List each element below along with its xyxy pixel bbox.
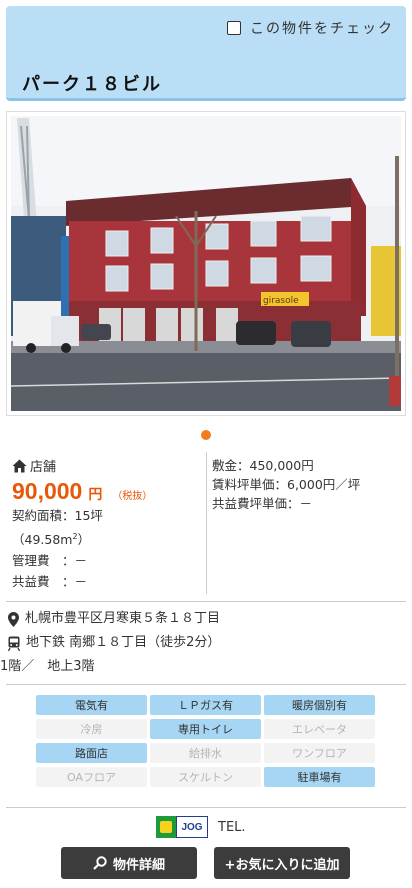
company-logo: JOG [156,816,208,838]
station-text: 地下鉄 南郷１８丁目（徒歩2分） [26,635,221,650]
check-property-label: この物件をチェック [250,21,394,37]
feature-tag: OAフロア [36,767,147,787]
add-favorite-button[interactable]: +お気に入りに追加 [214,847,350,879]
floors-text: 1階／ 地上3階 [0,659,95,674]
map-pin-icon [8,611,19,627]
property-type-label: 店舗 [30,460,57,475]
property-title: パーク１８ビル [22,74,162,95]
listing-header: この物件をチェック パーク１８ビル [6,6,406,101]
rent-per-tsubo: 賃料坪単価：6,000円／坪 [212,477,361,492]
price-unit: 円 [88,487,103,503]
feature-tag: 駐車場有 [264,767,375,787]
feature-tag: 冷房 [36,719,147,739]
address-row: 札幌市豊平区月寒東５条１８丁目 [8,607,406,631]
feature-tag: 専用トイレ [150,719,261,739]
tax-note: （税抜） [112,491,153,502]
carousel-indicator-dot[interactable] [201,430,211,440]
feature-tag: 路面店 [36,743,147,763]
company-info: JOG TEL. [156,816,246,838]
house-icon [12,459,27,472]
feature-tag: 給排水 [150,743,261,763]
divider [6,807,406,808]
property-detail-button[interactable]: 物件詳細 [61,847,197,879]
tel-label: TEL. [218,819,246,835]
building-photo-image: girasole [11,116,401,411]
train-icon [8,636,20,651]
feature-tag: 電気有 [36,695,147,715]
feature-tag: ＬＰガス有 [150,695,261,715]
area-sqm-value: （49.58m [12,532,73,548]
price-info-column: 店舗 90,000 円 （税抜） 契約面積：15坪 （49.58m2） 管理費 … [12,456,207,592]
price-value: 90,000 [12,478,83,504]
column-divider [206,452,207,594]
shop-sign-text: girasole [263,296,299,306]
feature-tag: エレベータ [264,719,375,739]
property-type: 店舗 [12,456,207,475]
contract-area: 契約面積：15坪 [12,508,103,523]
divider [6,684,406,685]
search-icon [93,856,107,870]
area-sqm-close: ） [77,532,91,548]
location-info: 札幌市豊平区月寒東５条１８丁目 地下鉄 南郷１８丁目（徒歩2分） 1階／ 地上3… [0,607,406,679]
station-row: 地下鉄 南郷１８丁目（徒歩2分） [8,631,406,655]
management-fee: 管理費 ：－ [12,553,88,569]
add-favorite-label: +お気に入りに追加 [224,857,340,873]
common-fee: 共益費 ：－ [12,574,88,590]
check-property-toggle[interactable]: この物件をチェック [227,18,394,38]
logo-text: JOG [176,816,208,838]
price: 90,000 円 （税抜） [12,478,207,505]
contract-area-sqm: （49.58m2） [12,532,91,548]
common-fee-per-tsubo: 共益費坪単価：－ [212,496,313,511]
divider [6,601,406,602]
property-photo[interactable]: girasole [6,111,406,416]
feature-tags: 電気有 ＬＰガス有 暖房個別有冷房 専用トイレ エレベータ路面店 給排水 ワンフロア OAフロ… [36,695,376,787]
cost-info-column: 敷金：450,000円 賃料坪単価：6,000円／坪 共益費坪単価：－ [212,456,407,513]
feature-tag: 暖房個別有 [264,695,375,715]
feature-tag: スケルトン [150,767,261,787]
deposit: 敷金：450,000円 [212,458,314,473]
property-detail-label: 物件詳細 [112,857,165,873]
address-text: 札幌市豊平区月寒東５条１８丁目 [25,611,221,626]
feature-tag: ワンフロア [264,743,375,763]
checkbox[interactable] [227,21,241,35]
